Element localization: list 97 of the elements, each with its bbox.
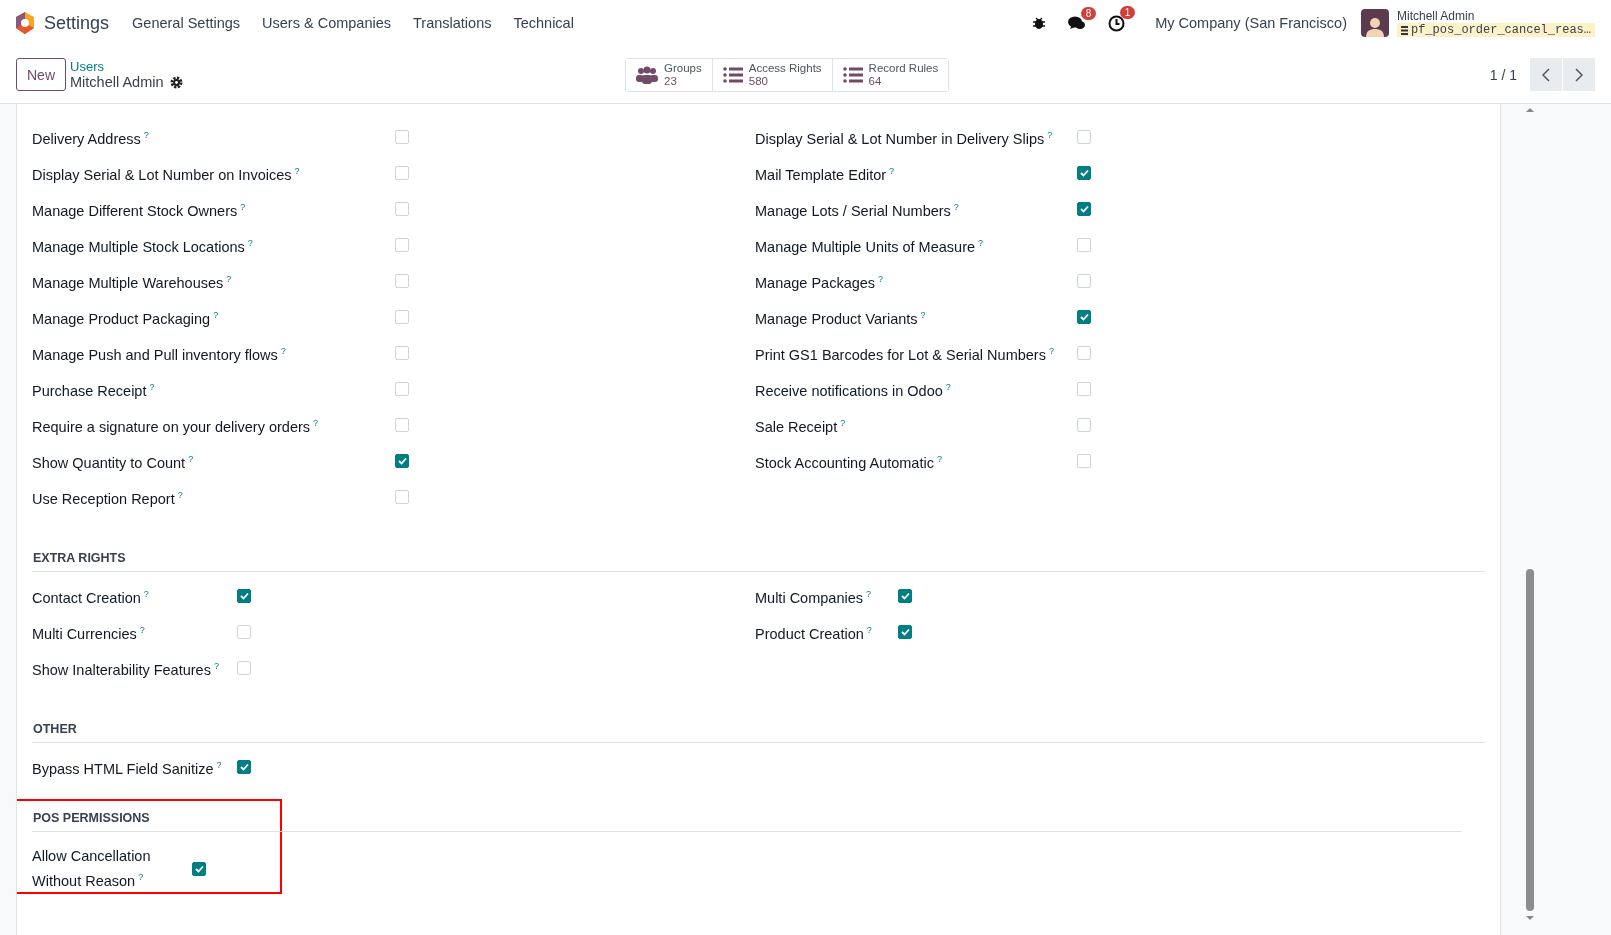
setting-label: Receive notifications in Odoo $^{?}$ <box>755 380 952 401</box>
help-tooltip[interactable]: ? <box>878 273 884 284</box>
help-tooltip[interactable]: ? <box>226 273 232 284</box>
help-tooltip[interactable]: ? <box>138 872 144 882</box>
setting-label: Delivery Address $^{?}$ <box>32 128 150 149</box>
setting-label: Use Reception Report $^{?}$ <box>32 488 184 509</box>
help-tooltip[interactable]: ? <box>978 237 984 248</box>
settings-icon[interactable] <box>169 75 183 89</box>
chevron-right-icon <box>1575 67 1583 82</box>
setting-label: Manage Push and Pull inventory flows $^{?}$ <box>32 344 287 365</box>
checkbox[interactable] <box>237 760 251 774</box>
chevron-left-icon <box>1542 67 1550 82</box>
help-tooltip[interactable]: ? <box>188 453 194 464</box>
setting-label: Multi Currencies $^{?}$ <box>32 623 146 644</box>
help-tooltip[interactable]: ? <box>936 453 942 464</box>
help-tooltip[interactable]: ? <box>143 588 149 599</box>
next-button[interactable] <box>1563 58 1595 91</box>
setting-label: Stock Accounting Automatic $^{?}$ <box>755 452 943 473</box>
logo-icon[interactable] <box>14 11 36 35</box>
help-tooltip[interactable]: ? <box>866 624 872 635</box>
notification-badge: 8 <box>1080 6 1097 20</box>
company-switcher[interactable]: My Company (San Francisco) <box>1155 15 1347 31</box>
help-tooltip[interactable]: ? <box>213 309 219 320</box>
help-tooltip[interactable]: ? <box>149 381 155 392</box>
menu-item[interactable]: Translations <box>402 15 503 31</box>
checkbox[interactable] <box>1077 166 1091 180</box>
setting-label: Contact Creation $^{?}$ <box>32 587 150 608</box>
help-tooltip[interactable]: ? <box>177 489 183 500</box>
setting-label: Manage Product Variants $^{?}$ <box>755 308 927 329</box>
help-tooltip[interactable]: ? <box>313 417 319 428</box>
bug-icon[interactable] <box>1032 16 1047 30</box>
menu-item[interactable]: General Settings <box>121 15 252 31</box>
user-name[interactable]: Mitchell Admin <box>1396 9 1595 23</box>
menu-item[interactable]: Users & Companies <box>251 15 402 31</box>
list-icon <box>722 66 743 83</box>
notification-badge: 1 <box>1119 5 1136 19</box>
clock-icon[interactable] <box>1108 14 1126 32</box>
list-icon <box>842 66 863 83</box>
setting-label: Bypass HTML Field Sanitize $^{?}$ <box>32 758 223 779</box>
database-tag: pf_pos_order_cancel_reas… <box>1396 23 1595 37</box>
setting-label: Product Creation $^{?}$ <box>755 623 873 644</box>
checkbox[interactable] <box>1077 310 1091 324</box>
record-title: Mitchell Admin <box>70 73 164 91</box>
setting-label: Show Quantity to Count $^{?}$ <box>32 452 195 473</box>
help-tooltip[interactable]: ? <box>1047 129 1053 140</box>
help-tooltip[interactable]: ? <box>247 237 253 248</box>
section-title: OTHER <box>32 712 1485 743</box>
setting-label: Show Inalterability Features $^{?}$ <box>32 659 220 680</box>
setting-label: Manage Multiple Stock Locations $^{?}$ <box>32 236 254 257</box>
users-icon <box>636 65 658 84</box>
setting-label: Display Serial & Lot Number on Invoices $^{?}$ <box>32 164 301 185</box>
setting-label: Manage Different Stock Owners $^{?}$ <box>32 200 247 221</box>
section-title: POS PERMISSIONS <box>32 801 1462 832</box>
setting-label: Manage Multiple Warehouses $^{?}$ <box>32 272 233 293</box>
section-title: EXTRA RIGHTS <box>32 541 1485 572</box>
help-tooltip[interactable]: ? <box>945 381 951 392</box>
checkbox[interactable] <box>898 589 912 603</box>
chat-icon[interactable] <box>1068 15 1087 31</box>
setting-label: Multi Companies $^{?}$ <box>755 587 872 608</box>
setting-label: Require a signature on your delivery orders $^{?}$ <box>32 416 320 437</box>
help-tooltip[interactable]: ? <box>240 201 246 212</box>
help-tooltip[interactable]: ? <box>1048 345 1054 356</box>
setting-label: Display Serial & Lot Number in Delivery Slips $^{?}$ <box>755 128 1054 149</box>
checkbox[interactable] <box>395 454 409 468</box>
checkbox[interactable] <box>1077 202 1091 216</box>
setting-label: Print GS1 Barcodes for Lot & Serial Numbers $^{?}$ <box>755 344 1055 365</box>
help-tooltip[interactable]: ? <box>866 588 871 599</box>
help-tooltip[interactable]: ? <box>139 624 145 635</box>
breadcrumb-link[interactable]: Users <box>70 58 625 74</box>
setting-label: Allow Cancellation Without Reason $^{?}$ <box>32 847 152 891</box>
checkbox[interactable] <box>898 625 912 639</box>
previous-button[interactable] <box>1530 58 1562 91</box>
help-tooltip[interactable]: ? <box>294 165 300 176</box>
help-tooltip[interactable]: ? <box>920 309 926 320</box>
setting-label: Manage Packages $^{?}$ <box>755 272 885 293</box>
database-icon <box>1400 25 1408 35</box>
help-tooltip[interactable]: ? <box>213 660 219 671</box>
app-title[interactable]: Settings <box>44 12 110 34</box>
setting-label: Manage Lots / Serial Numbers $^{?}$ <box>755 200 960 221</box>
setting-label: Sale Receipt $^{?}$ <box>755 416 847 437</box>
smart-button[interactable]: Groups 23 <box>626 58 713 91</box>
pager-value[interactable]: 1 / 1 <box>1489 66 1517 83</box>
checkbox[interactable] <box>237 589 251 603</box>
checkbox[interactable] <box>192 861 206 876</box>
help-tooltip[interactable]: ? <box>840 417 846 428</box>
setting-label: Manage Product Packaging $^{?}$ <box>32 308 220 329</box>
setting-label: Purchase Receipt $^{?}$ <box>32 380 156 401</box>
menu-item[interactable]: Technical <box>502 15 585 31</box>
help-tooltip[interactable]: ? <box>216 759 222 770</box>
user-avatar[interactable] <box>1360 9 1389 37</box>
new-button[interactable]: New <box>16 58 66 91</box>
help-tooltip[interactable]: ? <box>889 165 895 176</box>
setting-label: Manage Multiple Units of Measure $^{?}$ <box>755 236 985 257</box>
setting-label: Mail Template Editor $^{?}$ <box>755 164 896 185</box>
help-tooltip[interactable]: ? <box>953 201 959 212</box>
help-tooltip[interactable]: ? <box>143 129 149 140</box>
help-tooltip[interactable]: ? <box>280 345 286 356</box>
